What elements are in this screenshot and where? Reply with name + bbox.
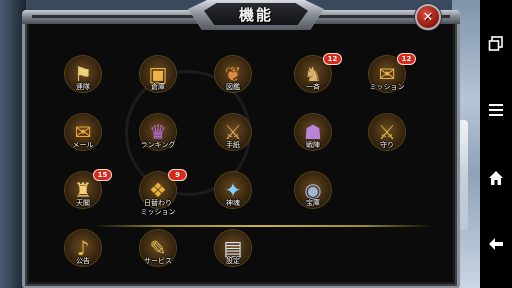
function-item[interactable]: ❦ 図鑑 [203,56,263,112]
back-arrow-icon [489,238,503,250]
function-item-label: 公告 [76,257,90,265]
function-item-label: 倉庫 [151,83,165,91]
function-item[interactable]: ⚔ 守り [357,114,417,170]
function-item[interactable]: ✉ ミッション 12 [357,53,417,112]
panel-title: 機能 [238,5,273,24]
function-item-label: 一斉 [306,83,320,91]
menu-button[interactable] [484,98,508,122]
recent-apps-button[interactable] [484,32,508,56]
function-item-label: 連隊 [76,83,90,91]
function-item[interactable]: ▣ 倉庫 [128,56,188,112]
function-item[interactable]: ✉ メール [53,114,113,170]
home-button[interactable] [484,166,508,190]
recent-apps-icon [488,36,503,51]
function-item-label: 設定 [226,257,240,265]
function-item-label: 守り [380,141,394,149]
function-item[interactable]: ✎ サービス [128,230,188,286]
function-item-label: メール [72,141,94,149]
game-screen: 機能 ✕ ⚑ 連隊 ▣ 倉庫 ❦ 図鑑 ♞ 一斉 12 ✉ ミッション 12 ✉ メール ♛ ランキング ⚔ 手紙… [0,0,512,288]
function-item-label: 図鑑 [226,83,240,91]
function-item-label: ランキング [140,141,176,149]
android-nav-bar [480,0,512,288]
function-item-label: ミッション [369,83,405,91]
function-item-label: 日替わり ミッション [140,199,176,216]
function-item[interactable]: ❖ 日替わり ミッション 9 [128,169,188,228]
function-item[interactable]: ⚔ 手紙 [203,114,263,170]
notification-badge: 12 [397,53,416,65]
function-item[interactable]: ▤ 設定 [203,230,263,286]
function-item-label: 神魂 [226,199,240,207]
function-item[interactable]: ✦ 神魂 [203,172,263,228]
function-item-label: サービス [144,257,172,265]
back-button[interactable] [484,232,508,256]
close-x-icon: ✕ [422,9,434,25]
notification-badge: 15 [93,169,112,181]
function-item-label: 戦陣 [306,141,320,149]
function-item[interactable]: ♞ 一斉 12 [283,53,343,112]
function-item[interactable]: ♪ 公告 [53,230,113,286]
home-icon [489,171,503,185]
menu-icon [489,104,503,116]
function-item-label: 手紙 [226,141,240,149]
function-item[interactable]: ◉ 宝庫 [283,172,343,228]
function-item[interactable]: ♜ 天閣 15 [53,169,113,228]
notification-badge: 12 [323,53,342,65]
close-button[interactable]: ✕ [415,4,441,30]
function-item[interactable]: ⚑ 連隊 [53,56,113,112]
function-item-label: 宝庫 [306,199,320,207]
function-item[interactable]: ☗ 戦陣 [283,114,343,170]
function-item-label: 天閣 [76,199,90,207]
function-item[interactable]: ♛ ランキング [128,114,188,170]
notification-badge: 9 [168,169,187,181]
